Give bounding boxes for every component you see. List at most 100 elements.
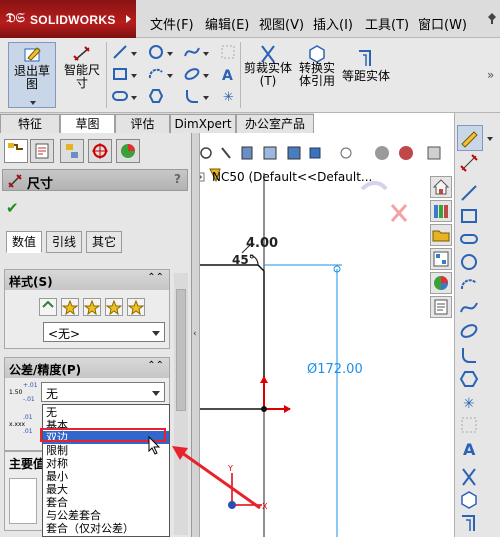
chevron-down-icon[interactable]	[131, 96, 137, 100]
option-none[interactable]: 无	[43, 406, 169, 419]
chevron-down-icon[interactable]	[30, 101, 36, 105]
file-explorer-tab[interactable]	[430, 224, 452, 246]
rectangle-icon[interactable]	[112, 66, 128, 82]
line-icon[interactable]	[459, 183, 479, 203]
save-style-button[interactable]	[105, 298, 123, 316]
tab-dimxpert[interactable]: DimXpert	[170, 114, 236, 133]
arc-icon[interactable]	[148, 66, 164, 82]
view-settings-icon[interactable]	[427, 146, 441, 160]
option-fit[interactable]: 套合	[43, 496, 169, 509]
smart-dimension-button[interactable]: 智能尺寸	[60, 42, 104, 108]
tab-leaders[interactable]: 引线	[46, 231, 82, 253]
chevron-down-icon[interactable]	[203, 96, 209, 100]
arc-icon[interactable]	[459, 275, 479, 295]
chevron-down-icon[interactable]	[131, 52, 137, 56]
chevron-down-icon[interactable]	[203, 74, 209, 78]
chevron-right-icon[interactable]: »	[487, 68, 494, 82]
scene-icon[interactable]	[399, 146, 413, 160]
tolerance-dropdown-list[interactable]: 无 基本 双边 限制 对称 最小 最大 套合 与公差套合 套合（仅对公差）	[42, 404, 170, 537]
polygon-icon[interactable]	[148, 88, 164, 104]
zoom-fit-icon[interactable]	[200, 147, 212, 159]
offset-entities-button[interactable]: 等距实体	[342, 42, 390, 108]
menu-window[interactable]: 窗口(W)	[418, 14, 467, 33]
spline-icon[interactable]	[459, 298, 479, 318]
appearances-tab[interactable]	[430, 272, 452, 294]
help-button[interactable]: ?	[174, 172, 181, 186]
sketch-point[interactable]	[261, 406, 267, 412]
line-icon[interactable]	[112, 44, 128, 60]
configuration-tab[interactable]	[60, 139, 84, 163]
option-fit-with-tolerance[interactable]: 与公差套合	[43, 509, 169, 522]
text-icon[interactable]: A	[220, 66, 236, 82]
tab-sketch[interactable]: 草图	[60, 114, 115, 134]
slot-icon[interactable]	[112, 88, 128, 104]
zoom-area-icon[interactable]	[221, 147, 231, 159]
slot-icon[interactable]	[459, 229, 479, 249]
display-tab[interactable]	[116, 139, 140, 163]
tab-other[interactable]: 其它	[86, 231, 122, 253]
delete-style-button[interactable]	[83, 298, 101, 316]
dimension-4-00[interactable]: 4.00	[246, 236, 278, 251]
convert-entities-button[interactable]: 转换实体引用	[294, 42, 340, 108]
appearance-icon[interactable]	[375, 146, 389, 160]
sketch-toggle-button[interactable]	[457, 125, 483, 151]
chevron-down-icon[interactable]	[167, 74, 173, 78]
solidworks-logo[interactable]: 𝔇𝔖 SOLIDWORKS	[0, 0, 136, 38]
menu-view[interactable]: 视图(V)	[259, 14, 304, 33]
menu-file[interactable]: 文件(F)	[150, 14, 194, 33]
load-style-button[interactable]	[127, 298, 145, 316]
apply-style-button[interactable]	[39, 298, 57, 316]
exit-sketch-button[interactable]: 退出草图	[8, 42, 56, 108]
tolerance-type-select[interactable]: 无	[41, 382, 165, 402]
option-fit-tolerance-only[interactable]: 套合（仅对公差）	[43, 522, 169, 535]
design-library-tab[interactable]	[430, 200, 452, 222]
spline-icon[interactable]	[184, 44, 200, 60]
option-symmetric[interactable]: 对称	[43, 457, 169, 470]
dimension-172[interactable]: Ø172.00	[307, 362, 363, 377]
chevron-down-icon[interactable]	[167, 52, 173, 56]
feature-manager-tab[interactable]	[4, 139, 28, 163]
style-group-header[interactable]: 样式(S) ⌃⌃	[5, 270, 169, 290]
add-style-button[interactable]	[61, 298, 79, 316]
tab-features[interactable]: 特征	[0, 114, 60, 133]
circle-icon[interactable]	[148, 44, 164, 60]
chevron-down-icon[interactable]	[487, 137, 493, 141]
polygon-icon[interactable]	[459, 369, 479, 389]
collapse-panel-icon[interactable]: ‹	[193, 329, 197, 339]
option-max[interactable]: 最大	[43, 483, 169, 496]
collapse-icon[interactable]: ⌃⌃	[147, 272, 164, 283]
tab-evaluate[interactable]: 评估	[115, 114, 170, 133]
custom-properties-tab[interactable]	[430, 296, 452, 318]
display-style-icon[interactable]	[309, 147, 321, 159]
grid-icon[interactable]	[220, 44, 236, 60]
chevron-down-icon[interactable]	[131, 74, 137, 78]
fillet-icon[interactable]	[459, 346, 479, 366]
text-icon[interactable]: A	[459, 438, 479, 458]
menu-tools[interactable]: 工具(T)	[365, 14, 409, 33]
ellipse-icon[interactable]	[184, 66, 200, 82]
view-palette-tab[interactable]	[430, 248, 452, 270]
ok-button[interactable]: ✔	[6, 199, 19, 217]
sketch-profile[interactable]	[192, 264, 265, 410]
menu-insert[interactable]: 插入(I)	[313, 14, 353, 33]
hide-show-icon[interactable]	[340, 147, 352, 159]
scrollbar-thumb[interactable]	[176, 289, 186, 411]
feature-tree-root[interactable]: NC50 (Default<<Default...	[212, 170, 372, 184]
style-select[interactable]: <无>	[43, 322, 165, 342]
point-icon[interactable]: ✳	[220, 88, 236, 104]
home-tab[interactable]	[430, 176, 452, 198]
dimxpert-tab[interactable]	[88, 139, 112, 163]
tab-value[interactable]: 数值	[6, 231, 42, 253]
primary-value-field[interactable]	[9, 478, 37, 524]
offset-icon[interactable]	[459, 513, 479, 533]
menu-edit[interactable]: 编辑(E)	[205, 14, 249, 33]
previous-view-icon[interactable]	[241, 146, 253, 160]
collapse-icon[interactable]: ⌃⌃	[147, 360, 164, 371]
fillet-icon[interactable]	[184, 88, 200, 104]
convert-icon[interactable]	[459, 490, 479, 510]
trim-icon[interactable]	[459, 467, 479, 487]
property-manager-tab[interactable]	[30, 139, 54, 163]
view-orientation-icon[interactable]	[287, 146, 301, 160]
section-view-icon[interactable]	[263, 146, 277, 160]
circle-icon[interactable]	[459, 252, 479, 272]
